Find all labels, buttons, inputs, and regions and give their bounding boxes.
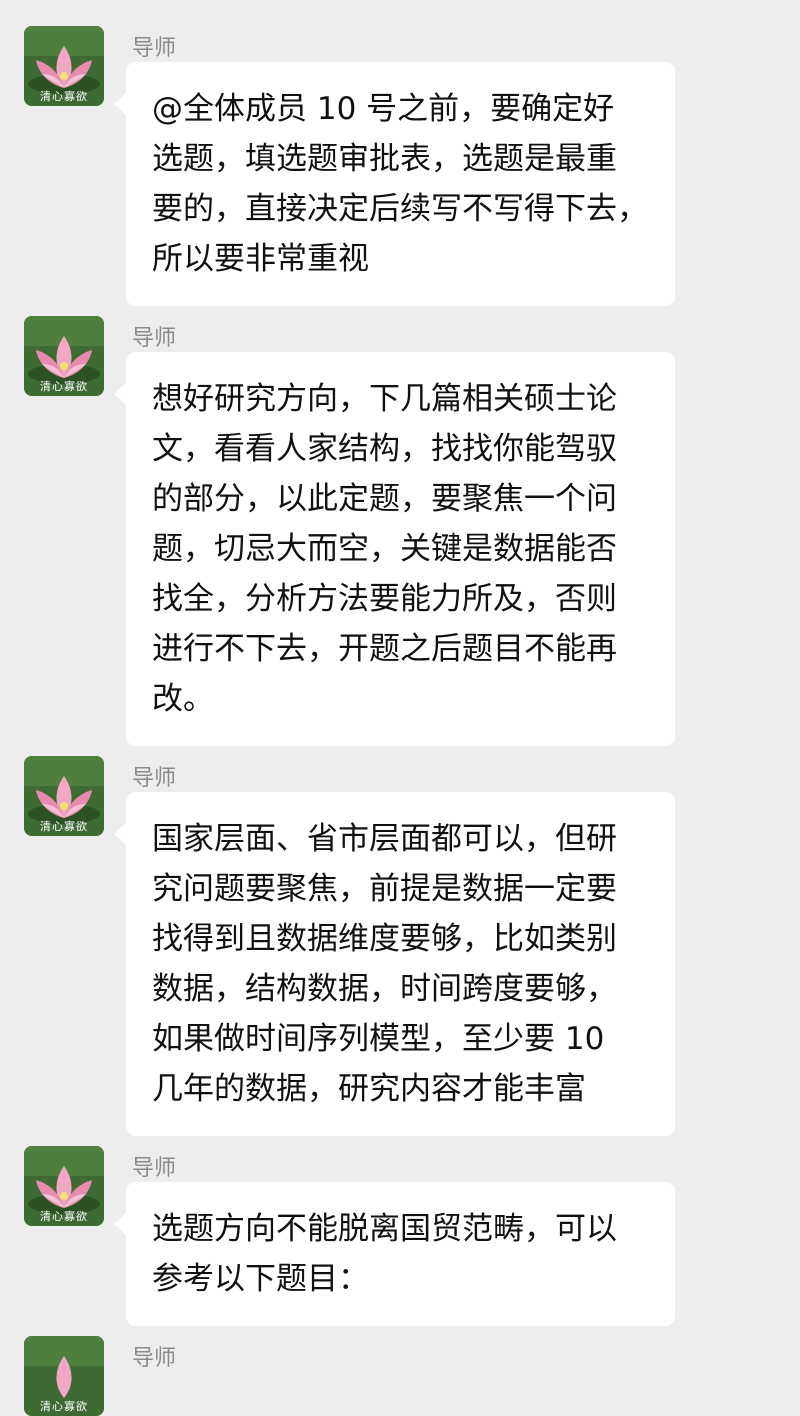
message-line: 究问题要聚焦，前提是数据一定要 <box>152 871 617 907</box>
message-line: 找全，分析方法要能力所及，否则 <box>152 581 617 617</box>
message-line: 所以要非常重视 <box>152 241 369 277</box>
message-bubble[interactable]: 想好研究方向，下几篇相关硕士论 文，看看人家结构，找找你能驾驭 的部分，以此定题… <box>114 352 675 746</box>
sender-name: 导师 <box>132 36 177 61</box>
lotus-avatar[interactable]: 清心寡欲 <box>24 756 104 836</box>
message-bubble[interactable]: 国家层面、省市层面都可以，但研 究问题要聚焦，前提是数据一定要 找得到且数据维度… <box>114 792 675 1136</box>
message-line: 如果做时间序列模型，至少要 10 <box>152 1021 605 1057</box>
avatar-caption: 清心寡欲 <box>40 820 88 833</box>
message-line: @全体成员 10 号之前，要确定好 <box>152 91 615 127</box>
message-line: 要的，直接决定后续写不写得下去， <box>152 191 648 227</box>
avatar-caption: 清心寡欲 <box>40 1400 88 1413</box>
message-line: 进行不下去，开题之后题目不能再 <box>152 631 617 667</box>
sender-name: 导师 <box>132 1156 177 1181</box>
sender-name: 导师 <box>132 766 177 791</box>
sender-name: 导师 <box>132 1346 177 1371</box>
message-line: 选题方向不能脱离国贸范畴，可以 <box>152 1211 617 1247</box>
avatar-caption: 清心寡欲 <box>40 90 88 103</box>
message-line: 选题，填选题审批表，选题是最重 <box>152 141 617 177</box>
message-bubble[interactable]: 选题方向不能脱离国贸范畴，可以 参考以下题目： <box>114 1182 675 1326</box>
lotus-avatar[interactable]: 清心寡欲 <box>24 1336 104 1416</box>
message-line: 想好研究方向，下几篇相关硕士论 <box>152 381 617 417</box>
message-line: 题，切忌大而空，关键是数据能否 <box>152 531 617 567</box>
message-line: 国家层面、省市层面都可以，但研 <box>152 821 617 857</box>
message-line: 改。 <box>152 681 214 717</box>
avatar-caption: 清心寡欲 <box>40 1210 88 1223</box>
lotus-avatar[interactable]: 清心寡欲 <box>24 1146 104 1226</box>
lotus-avatar[interactable]: 清心寡欲 <box>24 26 104 106</box>
message-bubble[interactable]: @全体成员 10 号之前，要确定好 选题，填选题审批表，选题是最重 要的，直接决… <box>114 62 675 306</box>
message-line: 数据，结构数据，时间跨度要够， <box>152 971 617 1007</box>
message-line: 的部分，以此定题，要聚焦一个问 <box>152 481 617 517</box>
message-line: 文，看看人家结构，找找你能驾驭 <box>152 431 617 467</box>
message-line: 参考以下题目： <box>152 1261 369 1297</box>
sender-name: 导师 <box>132 326 177 351</box>
avatar-caption: 清心寡欲 <box>40 380 88 393</box>
message-line: 几年的数据，研究内容才能丰富 <box>152 1071 586 1107</box>
message-line: 找得到且数据维度要够，比如类别 <box>152 921 617 957</box>
lotus-avatar[interactable]: 清心寡欲 <box>24 316 104 396</box>
